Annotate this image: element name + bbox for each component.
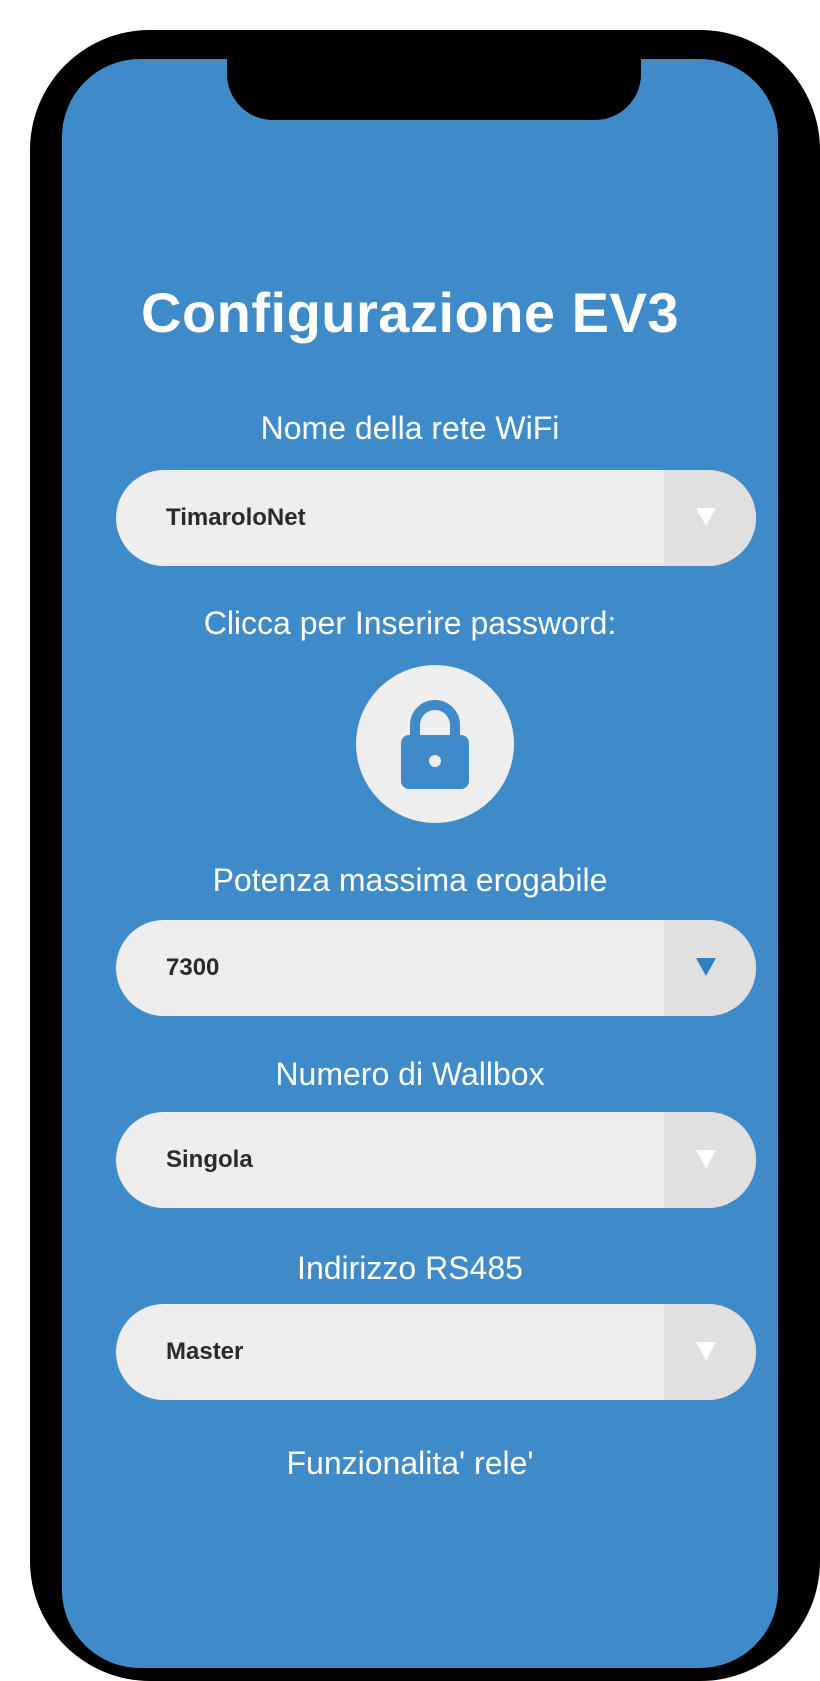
rs485-select[interactable]: Master (116, 1304, 756, 1400)
phone-notch (227, 52, 641, 120)
wallbox-label: Numero di Wallbox (275, 1056, 545, 1092)
wifi-label: Nome della rete WiFi (260, 410, 560, 446)
rs485-value: Master (166, 1338, 244, 1365)
wallbox-select[interactable]: Singola (116, 1112, 756, 1208)
relay-label: Funzionalita' rele' (286, 1445, 534, 1481)
wallbox-dropdown-toggle[interactable] (664, 1112, 756, 1208)
chevron-down-icon (696, 1150, 716, 1168)
rs485-label: Indirizzo RS485 (297, 1250, 523, 1286)
chevron-down-icon (696, 958, 716, 976)
chevron-down-icon (696, 1342, 716, 1360)
lock-icon (401, 700, 469, 789)
power-value: 7300 (166, 954, 220, 981)
chevron-down-icon (696, 508, 716, 526)
rs485-dropdown-toggle[interactable] (664, 1304, 756, 1400)
password-label: Clicca per Inserire password: (203, 605, 617, 641)
wifi-dropdown-toggle[interactable] (664, 470, 756, 566)
password-lock-button[interactable] (356, 665, 514, 823)
wallbox-value: Singola (166, 1146, 253, 1173)
power-dropdown-toggle[interactable] (664, 920, 756, 1016)
power-label: Potenza massima erogabile (212, 862, 608, 898)
power-select[interactable]: 7300 (116, 920, 756, 1016)
wifi-network-value: TimaroloNet (166, 504, 306, 531)
page-title: Configurazione EV3 (141, 281, 679, 344)
wifi-network-select[interactable]: TimaroloNet (116, 470, 756, 566)
